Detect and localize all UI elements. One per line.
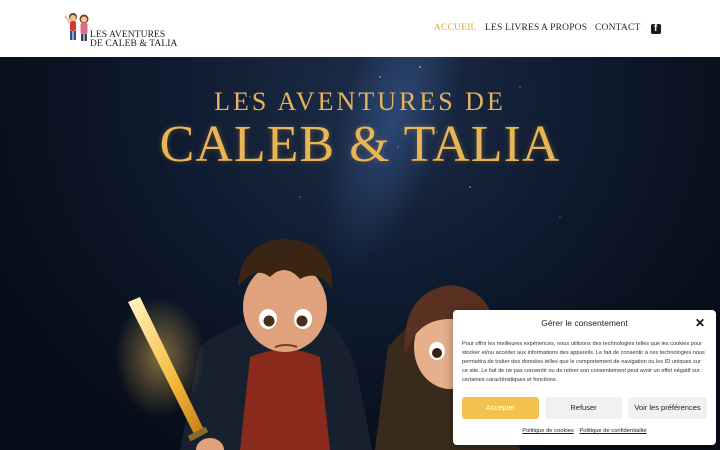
logo-line-2: DE CALEB & TALIA <box>90 39 178 49</box>
refuse-button[interactable]: Refuser <box>545 397 622 419</box>
site-header: LES AVENTURES DE CALEB & TALIA ACCUEIL L… <box>0 0 720 57</box>
view-preferences-button[interactable]: Voir les préférences <box>628 397 707 419</box>
consent-links: Politique de cookies Politique de confid… <box>453 428 716 434</box>
cookie-consent-dialog: Gérer le consentement ✕ Pour offrir les … <box>453 310 716 445</box>
hero-title-line-2: CALEB & TALIA <box>159 116 561 173</box>
nav-item-a-propos[interactable]: A PROPOS <box>541 23 587 33</box>
nav-item-contact[interactable]: CONTACT <box>595 23 641 33</box>
nav-item-les-livres[interactable]: LES LIVRES <box>485 23 540 33</box>
facebook-icon[interactable]: f <box>651 23 661 34</box>
site-logo[interactable]: LES AVENTURES DE CALEB & TALIA <box>64 10 177 49</box>
consent-title: Gérer le consentement <box>541 318 628 328</box>
consent-description: Pour offrir les meilleures expériences, … <box>462 341 705 383</box>
cookie-policy-link[interactable]: Politique de cookies <box>522 428 574 434</box>
privacy-policy-link[interactable]: Politique de confidentialité <box>579 428 646 434</box>
hero-title-line-1: LES AVENTURES DE <box>214 87 506 116</box>
accept-button[interactable]: Accepter <box>462 397 539 419</box>
nav-item-accueil[interactable]: ACCUEIL <box>434 23 477 33</box>
kids-logo-icon <box>64 13 89 41</box>
close-icon[interactable]: ✕ <box>694 317 706 329</box>
